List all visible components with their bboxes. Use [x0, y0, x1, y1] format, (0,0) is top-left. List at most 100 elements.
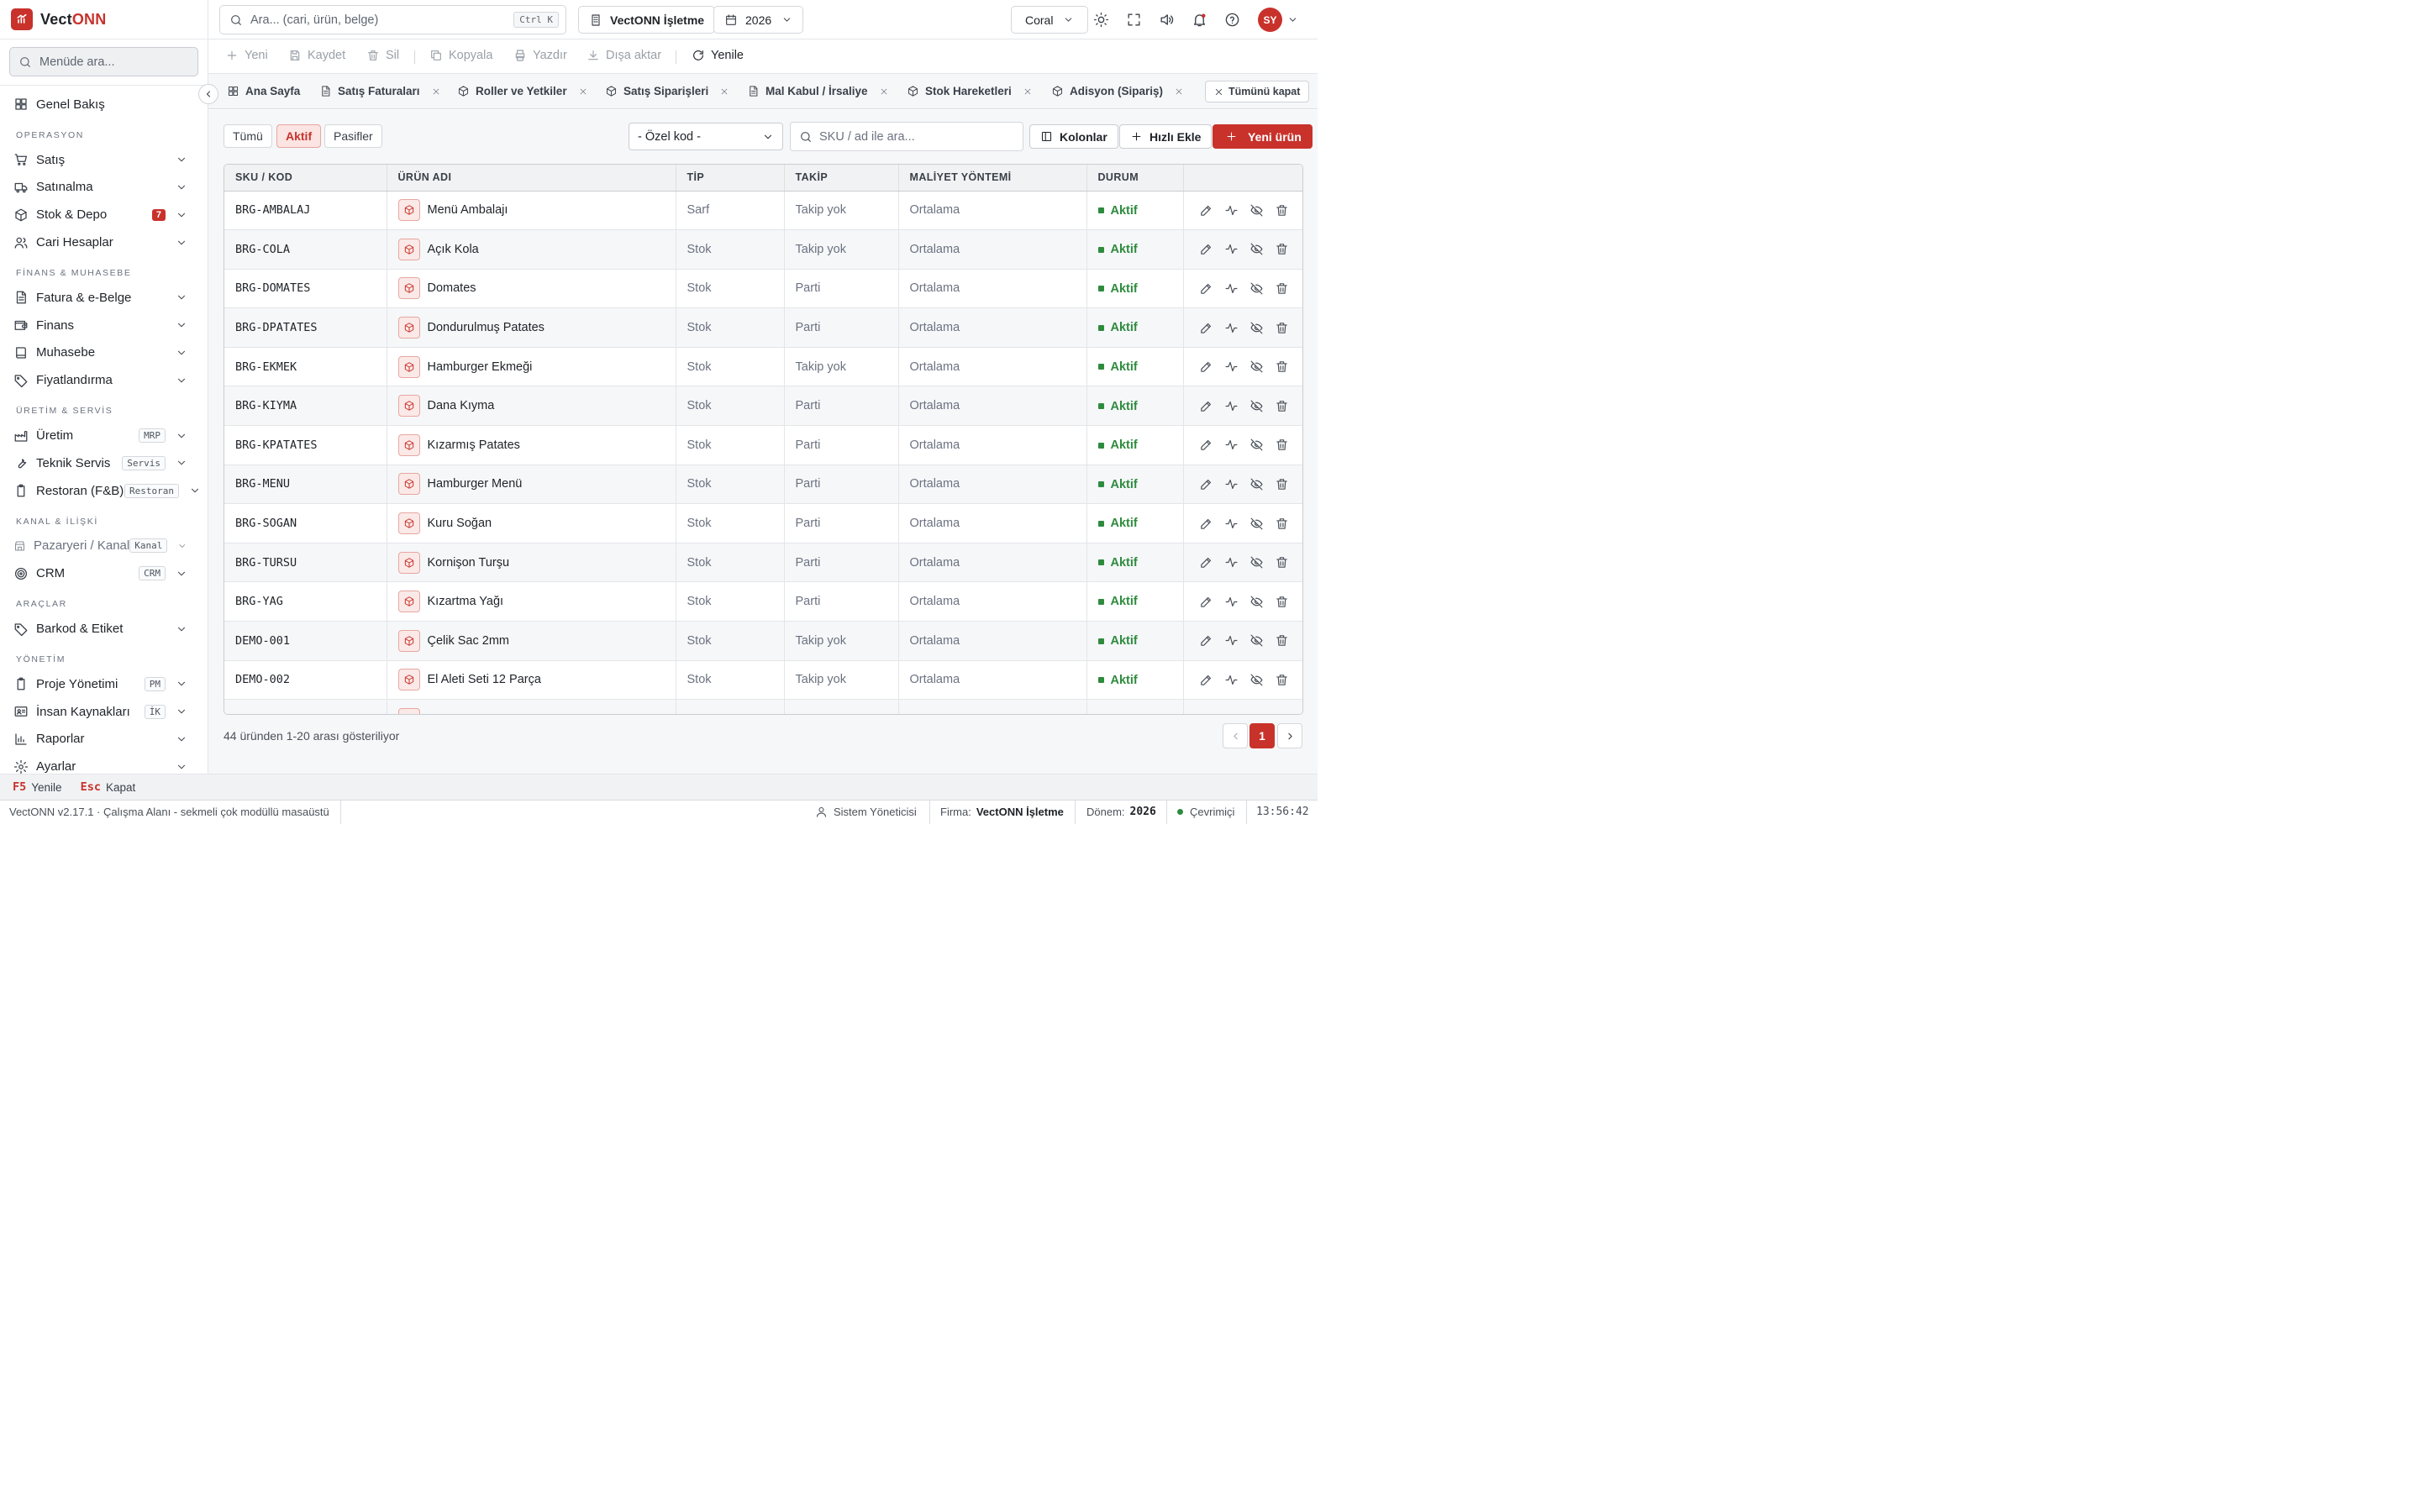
sidebar-item-pazaryeri[interactable]: Pazaryeri / Kanal Kanal [0, 533, 208, 560]
close-icon[interactable] [432, 87, 440, 96]
close-icon[interactable] [1023, 87, 1032, 96]
eye-off-icon[interactable] [1249, 438, 1264, 452]
pagination-prev-button[interactable] [1223, 723, 1248, 748]
user-menu-button[interactable] [1286, 10, 1299, 29]
edit-icon[interactable] [1199, 438, 1213, 452]
columns-button[interactable]: Kolonlar [1029, 124, 1118, 149]
eye-off-icon[interactable] [1249, 477, 1264, 491]
edit-icon[interactable] [1199, 477, 1213, 491]
new-product-button[interactable]: Yeni ürün [1213, 124, 1313, 149]
sidebar-item-ik[interactable]: İnsan Kaynakları İK [0, 698, 208, 726]
year-selector-button[interactable]: 2026 [713, 6, 804, 34]
sidebar-item-restoran[interactable]: Restoran (F&B) Restoran [0, 477, 208, 505]
new-button[interactable]: Yeni [225, 49, 268, 62]
export-button[interactable]: Dışa aktar [587, 49, 661, 62]
table-row[interactable]: BRG-MENU Hamburger Menü Stok Parti Ortalama A… [224, 465, 1302, 505]
close-icon[interactable] [1175, 87, 1183, 96]
activity-icon[interactable] [1224, 633, 1239, 648]
save-button[interactable]: Kaydet [288, 49, 345, 62]
trash-icon[interactable] [1275, 360, 1289, 374]
eye-off-icon[interactable] [1249, 595, 1264, 609]
sidebar-item-satis[interactable]: Satış [0, 146, 208, 174]
activity-icon[interactable] [1224, 555, 1239, 570]
tab-stok-hareketleri[interactable]: Stok Hareketleri [907, 85, 1038, 97]
sku-search-input[interactable]: SKU / ad ile ara... [790, 122, 1023, 151]
activity-icon[interactable] [1224, 281, 1239, 296]
theme-toggle-button[interactable] [1092, 10, 1110, 29]
close-icon[interactable] [720, 87, 729, 96]
edit-icon[interactable] [1199, 517, 1213, 531]
column-header-name[interactable]: ÜRÜN ADI [387, 165, 676, 192]
sidebar-item-stok[interactable]: Stok & Depo 7 [0, 201, 208, 228]
trash-icon[interactable] [1275, 242, 1289, 256]
eye-off-icon[interactable] [1249, 321, 1264, 335]
edit-icon[interactable] [1199, 281, 1213, 296]
eye-off-icon[interactable] [1249, 360, 1264, 374]
column-header-status[interactable]: DURUM [1086, 165, 1184, 192]
eye-off-icon[interactable] [1249, 242, 1264, 256]
sidebar-item-overview[interactable]: Genel Bakış [0, 91, 208, 118]
column-header-cost-method[interactable]: MALİYET YÖNTEMİ [898, 165, 1087, 192]
tab-ana-sayfa[interactable]: Ana Sayfa [227, 85, 300, 97]
table-row[interactable]: DEMO-002 El Aleti Seti 12 Parça Stok Takip … [224, 660, 1302, 701]
trash-icon[interactable] [1275, 555, 1289, 570]
edit-icon[interactable] [1199, 360, 1213, 374]
app-logo[interactable]: VectONN [0, 0, 208, 39]
tab-adisyon[interactable]: Adisyon (Sipariş) [1051, 85, 1189, 97]
edit-icon[interactable] [1199, 242, 1213, 256]
table-row[interactable]: BRG-KPATATES Kızarmış Patates Stok Parti Ort… [224, 425, 1302, 465]
tab-satis-faturalari[interactable]: Satış Faturaları [319, 85, 446, 97]
activity-icon[interactable] [1224, 438, 1239, 452]
eye-off-icon[interactable] [1249, 399, 1264, 413]
special-code-select[interactable]: - Özel kod - [629, 123, 783, 150]
table-row[interactable]: DEMO-001 Çelik Sac 2mm Stok Takip yok Ortala… [224, 621, 1302, 661]
pagination-page-button[interactable]: 1 [1249, 723, 1275, 748]
table-row[interactable]: BRG-AMBALAJ Menü Ambalajı Sarf Takip yok Ort… [224, 191, 1302, 231]
column-header-type[interactable]: TİP [676, 165, 785, 192]
sidebar-item-crm[interactable]: CRM CRM [0, 559, 208, 587]
tab-mal-kabul[interactable]: Mal Kabul / İrsaliye [747, 85, 894, 97]
print-button[interactable]: Yazdır [513, 49, 567, 62]
global-search-input[interactable]: Ara... (cari, ürün, belge) Ctrl K [219, 5, 566, 34]
status-user[interactable]: Sistem Yöneticisi [815, 806, 917, 818]
edit-icon[interactable] [1199, 203, 1213, 218]
activity-icon[interactable] [1224, 242, 1239, 256]
sidebar-item-satinalma[interactable]: Satınalma [0, 174, 208, 202]
edit-icon[interactable] [1199, 399, 1213, 413]
table-row[interactable]: BRG-DOMATES Domates Stok Parti Ortalama Aktif [224, 269, 1302, 309]
close-all-tabs-button[interactable]: Tümünü kapat [1205, 81, 1310, 102]
activity-icon[interactable] [1224, 399, 1239, 413]
table-row[interactable]: BRG-TURSU Kornişon Turşu Stok Parti Ortalama… [224, 543, 1302, 583]
fullscreen-button[interactable] [1124, 10, 1143, 29]
trash-icon[interactable] [1275, 595, 1289, 609]
activity-icon[interactable] [1224, 360, 1239, 374]
refresh-button[interactable]: Yenile [692, 49, 744, 62]
sidebar-item-proje[interactable]: Proje Yönetimi PM [0, 670, 208, 698]
eye-off-icon[interactable] [1249, 281, 1264, 296]
filter-passive-button[interactable]: Pasifler [324, 124, 382, 148]
eye-off-icon[interactable] [1249, 555, 1264, 570]
sidebar-item-ayarlar[interactable]: Ayarlar [0, 753, 208, 774]
sidebar-item-servis[interactable]: Teknik Servis Servis [0, 449, 208, 477]
column-header-tracking[interactable]: TAKİP [784, 165, 899, 192]
activity-icon[interactable] [1224, 203, 1239, 218]
trash-icon[interactable] [1275, 203, 1289, 218]
pagination-next-button[interactable] [1277, 723, 1302, 748]
sidebar-item-cari[interactable]: Cari Hesaplar [0, 228, 208, 256]
activity-icon[interactable] [1224, 517, 1239, 531]
notifications-button[interactable] [1190, 10, 1208, 29]
user-avatar[interactable]: SY [1258, 8, 1282, 32]
activity-icon[interactable] [1224, 673, 1239, 687]
sidebar-item-fiyat[interactable]: Fiyatlandırma [0, 366, 208, 394]
trash-icon[interactable] [1275, 281, 1289, 296]
filter-all-button[interactable]: Tümü [224, 124, 272, 148]
menu-search-input[interactable]: Menüde ara... [9, 47, 198, 76]
trash-icon[interactable] [1275, 477, 1289, 491]
eye-off-icon[interactable] [1249, 633, 1264, 648]
edit-icon[interactable] [1199, 555, 1213, 570]
trash-icon[interactable] [1275, 438, 1289, 452]
trash-icon[interactable] [1275, 673, 1289, 687]
close-icon[interactable] [579, 87, 587, 96]
table-row[interactable]: BRG-YAG Kızartma Yağı Stok Parti Ortalama Akt… [224, 581, 1302, 622]
table-row[interactable]: BRG-COLA Açık Kola Stok Takip yok Ortalama Ak… [224, 229, 1302, 270]
